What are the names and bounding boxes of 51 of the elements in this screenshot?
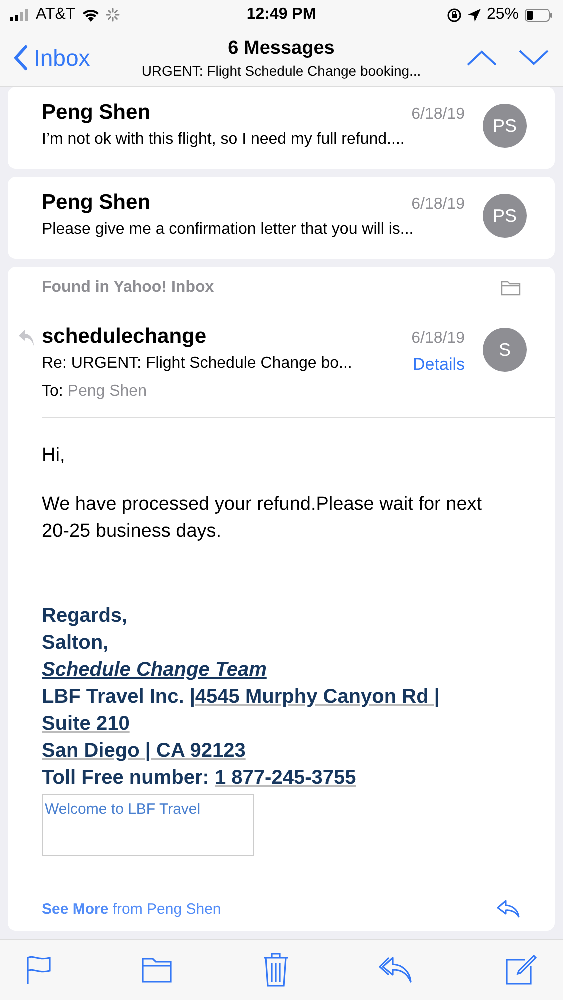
avatar: PS [483,194,527,238]
signature-line: Salton, [42,631,110,656]
message-date: 6/18/19 [412,106,465,124]
wifi-icon [82,8,100,22]
thread-subject: URGENT: Flight Schedule Change booking... [142,62,422,78]
mailbox-label: Found in Yahoo! Inbox [42,279,214,297]
next-message-icon[interactable] [519,50,549,66]
back-chevron-icon [14,45,28,71]
signal-icon [10,9,30,21]
previous-message-icon[interactable] [467,50,497,66]
sender-name: Peng Shen [42,191,151,215]
signature-link[interactable]: Suite 210 [42,711,521,738]
signature-line: Toll Free number: 1 877-245-3755 [42,766,358,791]
reply-all-icon[interactable] [378,956,415,984]
folder-icon[interactable] [501,280,521,296]
to-label: To: [42,383,64,400]
avatar: PS [483,104,527,148]
message-subject: Re: URGENT: Flight Schedule Change bo... [42,355,352,374]
details-link[interactable]: Details [413,355,465,375]
compose-icon[interactable] [505,954,537,986]
message-date: 6/18/19 [412,196,465,214]
flag-icon[interactable] [26,955,52,985]
signature-line: Regards, [42,604,129,629]
reply-icon[interactable] [497,900,521,918]
signature-link[interactable]: 1 877-245-3755 [214,767,356,789]
body-paragraph: Hi, [42,444,66,468]
signature-link[interactable]: San Diego | CA 92123 [42,738,521,765]
message-preview: Please give me a confirmation letter that you will is... [42,221,415,239]
rotation-lock-icon [446,8,462,22]
avatar: S [483,328,527,372]
thread-title: 6 Messages [228,38,335,60]
location-arrow-icon [468,8,481,22]
folder-icon[interactable] [142,957,172,983]
image-alt-text: Welcome to LBF Travel [45,801,201,818]
message-card[interactable]: Peng Shen 6/18/19 Please give me a confirmation letter that you will is... PS [8,177,555,259]
trash-icon[interactable] [262,953,288,987]
signature-line: LBF Travel Inc. |4545 Murphy Canyon Rd | [42,685,441,710]
carrier-name: AT&T [36,6,76,24]
message-card[interactable]: Peng Shen 6/18/19 I’m not ok with this flight, so I need my full refund.... PS [8,87,555,169]
sender-name: Peng Shen [42,101,151,125]
battery-icon [525,8,553,22]
message-date: 6/18/19 [412,330,465,348]
back-button[interactable]: Inbox [14,44,124,72]
signature-link[interactable]: Schedule Change Team [42,657,521,684]
sender-name: schedulechange [42,325,207,349]
message-preview: I’m not ok with this flight, so I need my full refund.... [42,131,406,149]
signature-link[interactable]: 4545 Murphy Canyon Rd | [195,686,440,708]
loading-spinner-icon [106,8,120,22]
clock-time: 12:49 PM [246,6,316,24]
body-paragraph: We have processed your refund.Please wait for next 20-25 business days. [42,493,484,544]
battery-percent: 25% [486,6,519,24]
